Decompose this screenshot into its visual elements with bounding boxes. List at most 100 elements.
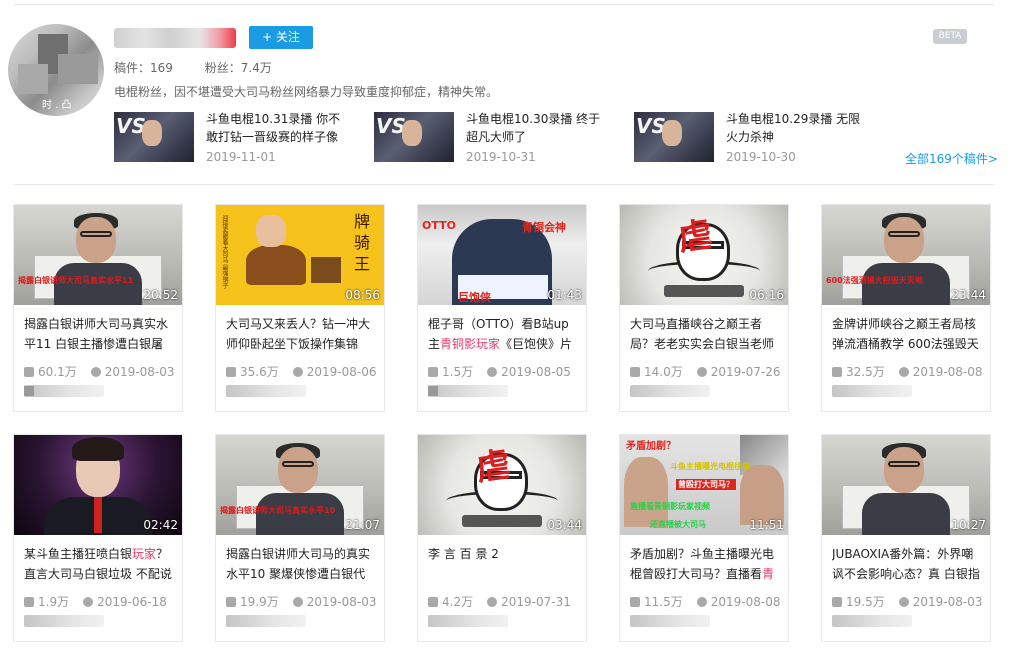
duration-badge: 23:44 [951,288,986,302]
view-count: 1.9万 [38,595,70,609]
video-card[interactable]: 600法强酒桶大招毁天灭地 23:44 金牌讲师峡谷之巅王者局核弹流酒桶教学 6… [821,204,991,412]
clock-icon [90,367,101,377]
avatar[interactable]: 时 . 凸 [8,24,104,116]
cover-caption: 巨饱侠 [458,291,491,304]
play-count-icon [226,367,236,377]
title-highlight: 青铜影玩家 [440,337,501,351]
upload-date: 2019-08-06 [306,365,377,379]
video-card[interactable]: 揭露白银讲师大司马真实水平11 20:52 揭露白银讲师大司马真实水平11 白银… [13,204,183,412]
video-meta: 60.1万 2019-08-03 [24,363,174,380]
video-cover[interactable]: 揭露白银讲师大司马真实水平10 21:07 [216,435,384,535]
video-cover[interactable]: 迎接卖跟着大司马 最强钢子 牌 骑 王 08:56 [216,205,384,305]
user-icon [24,386,34,396]
upload-date: 2019-08-03 [912,595,983,609]
cover-caption: 揭露白银讲师大司马真实水平10 [220,506,336,515]
recent-thumbnail[interactable]: VS [374,112,454,162]
author-blurred [832,385,912,397]
fans-count: 7.4万 [240,61,272,75]
cover-caption: 揭露白银讲师大司马真实水平11 [18,276,134,285]
recent-title[interactable]: 斗鱼电棍10.30录播 终于超凡大师了 [466,110,606,146]
view-count: 11.5万 [644,595,683,609]
video-card[interactable]: 10:27 JUBAOXIA番外篇：外界嘲讽不会影响心态？真 白银指 19.5万… [821,434,991,642]
cover-caption: 矛盾加剧？ [626,441,676,452]
video-card[interactable]: 揭露白银讲师大司马真实水平10 21:07 揭露白银讲师大司马的真实水平10 聚… [215,434,385,642]
video-meta: 14.0万 2019-07-26 [630,363,780,380]
clock-icon [292,597,303,607]
play-count-icon [630,367,640,377]
video-card[interactable]: 矛盾加剧？ 斗鱼主播曝光电棍往事 曾殴打大司马？ 直播看青铜影玩家视频 还直播被… [619,434,789,642]
video-cover[interactable]: 600法强酒桶大招毁天灭地 23:44 [822,205,990,305]
follow-button[interactable]: + 关注 [249,26,313,49]
recent-item[interactable]: VS 斗鱼电棍10.31录播 你不敢打钻一晋级赛的样子像 2019-11-01 [114,110,354,166]
fans-label: 粉丝： [204,61,241,75]
play-count-icon [428,597,438,607]
duration-badge: 01:43 [547,288,582,302]
video-title[interactable]: 矛盾加剧？斗鱼主播曝光电棍曾殴打大司马？直播看青 [630,544,780,584]
upload-date: 2019-07-31 [501,595,571,609]
duration-badge: 03:44 [547,518,582,532]
section-divider [14,184,994,185]
video-title[interactable]: 大司马又来丢人？钻一冲大师仰卧起坐下饭操作集锦 [226,314,376,354]
profile-bio: 电棍粉丝，因不堪遭受大司马粉丝网络暴力导致重度抑郁症，精神失常。 [114,85,499,99]
play-count-icon [24,597,34,607]
title-highlight: 玩家 [132,547,157,561]
recent-item[interactable]: VS 斗鱼电棍10.30录播 终于超凡大师了 2019-10-31 [374,110,614,166]
video-card[interactable]: 迎接卖跟着大司马 最强钢子 牌 骑 王 08:56 大司马又来丢人？钻一冲大师仰… [215,204,385,412]
video-title[interactable]: 李 言 百 景 2 [428,544,578,584]
video-meta: 1.5万 2019-08-05 [428,363,571,380]
author-blurred [226,615,306,627]
clock-icon [898,367,909,377]
beta-badge: BETA [933,29,967,44]
duration-badge: 10:27 [951,518,986,532]
clock-icon [292,367,303,377]
video-card[interactable]: OTTO 青铜会神 巨饱侠 01:43 棍子哥（OTTO）看B站up主青铜影玩家… [417,204,587,412]
video-cover[interactable]: 揭露白银讲师大司马真实水平11 20:52 [14,205,182,305]
recent-date: 2019-10-30 [726,150,796,164]
play-count-icon [226,597,236,607]
upload-date: 2019-06-18 [97,595,167,609]
video-title[interactable]: JUBAOXIA番外篇：外界嘲讽不会影响心态？真 白银指 [832,544,982,584]
upload-date: 2019-08-08 [710,595,781,609]
video-meta: 4.2万 2019-07-31 [428,593,571,610]
recent-title[interactable]: 斗鱼电棍10.31录播 你不敢打钻一晋级赛的样子像 [206,110,346,146]
video-cover[interactable]: OTTO 青铜会神 巨饱侠 01:43 [418,205,586,305]
cover-caption: 虐 [473,444,514,490]
video-card[interactable]: 虐 03:44 李 言 百 景 2 4.2万 2019-07-31 [417,434,587,642]
view-count: 14.0万 [644,365,683,379]
video-cover[interactable]: 虐 06:16 [620,205,788,305]
video-title[interactable]: 揭露白银讲师大司马的真实水平10 聚爆侠惨遭白银代 [226,544,376,584]
recent-item[interactable]: VS 斗鱼电棍10.29录播 无限火力杀神 2019-10-30 [634,110,874,166]
video-card[interactable]: 虐 06:16 大司马直播峡谷之巅王者局？老老实实会白银当老师 14.0万 201… [619,204,789,412]
video-title[interactable]: 棍子哥（OTTO）看B站up主青铜影玩家《巨饱侠》片 [428,314,578,354]
video-cover[interactable]: 02:42 [14,435,182,535]
duration-badge: 11:51 [749,518,784,532]
all-videos-link[interactable]: 全部169个稿件> [905,150,998,167]
works-label: 稿件： [114,61,151,75]
author-blurred [630,615,710,627]
video-title[interactable]: 大司马直播峡谷之巅王者局？老老实实会白银当老师 [630,314,780,354]
video-title[interactable]: 揭露白银讲师大司马真实水平11 白银主播惨遭白银屠 [24,314,174,354]
profile-stats: 稿件：169 粉丝：7.4万 [114,59,300,76]
video-title[interactable]: 某斗鱼主播狂喷白银玩家？直言大司马白银垃圾 不配说 [24,544,174,584]
clock-icon [898,597,909,607]
clock-icon [696,597,707,607]
video-cover[interactable]: 虐 03:44 [418,435,586,535]
clock-icon [696,367,707,377]
top-divider [14,4,994,5]
recent-thumbnail[interactable]: VS [114,112,194,162]
cover-caption: 曾殴打大司马？ [676,479,736,490]
recent-date: 2019-10-31 [466,150,536,164]
cover-caption: 青铜会神 [522,221,566,234]
author-blurred [832,615,912,627]
recent-thumbnail[interactable]: VS [634,112,714,162]
cover-caption: 直播看青铜影玩家视频 [630,502,710,511]
recent-title[interactable]: 斗鱼电棍10.29录播 无限火力杀神 [726,110,866,146]
video-title[interactable]: 金牌讲师峡谷之巅王者局核弹流酒桶教学 600法强毁天 [832,314,982,354]
video-cover[interactable]: 矛盾加剧？ 斗鱼主播曝光电棍往事 曾殴打大司马？ 直播看青铜影玩家视频 还直播被… [620,435,788,535]
author-blurred [24,385,104,397]
play-count-icon [630,597,640,607]
video-cover[interactable]: 10:27 [822,435,990,535]
title-highlight: 青 [762,567,775,581]
view-count: 1.5万 [442,365,474,379]
video-card[interactable]: 02:42 某斗鱼主播狂喷白银玩家？直言大司马白银垃圾 不配说 1.9万 2019… [13,434,183,642]
